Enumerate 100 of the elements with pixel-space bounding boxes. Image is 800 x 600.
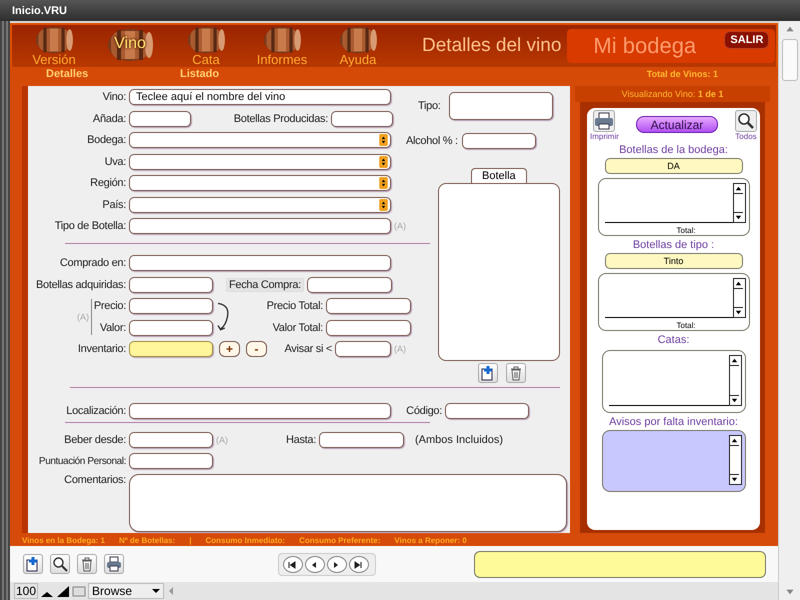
total-label: Total:: [676, 321, 696, 330]
input-field[interactable]: [129, 298, 213, 314]
status-item: Nº de Botellas:: [118, 535, 176, 546]
input-field[interactable]: [331, 110, 393, 126]
input-field[interactable]: [129, 403, 391, 419]
down-arrow-icon[interactable]: [734, 212, 742, 222]
input-field[interactable]: [326, 320, 411, 336]
dropdown-field[interactable]: [129, 154, 391, 170]
input-field[interactable]: [129, 218, 391, 234]
list-box[interactable]: [602, 350, 746, 413]
input-field[interactable]: [129, 255, 391, 271]
scrollbar[interactable]: [728, 435, 742, 485]
message-field[interactable]: [474, 550, 766, 578]
print-button[interactable]: Imprimir: [590, 110, 619, 141]
dropdown-field[interactable]: [129, 196, 391, 212]
list-title: Avisos por falta inventario:: [609, 416, 738, 428]
app-title: Mi bodega: [593, 33, 696, 59]
up-arrow-icon[interactable]: [734, 279, 742, 289]
field-label: Puntuación Personal:: [38, 456, 126, 466]
decrement-button[interactable]: -: [246, 341, 267, 357]
new-record-button[interactable]: [23, 554, 43, 574]
input-field[interactable]: [129, 432, 213, 448]
field-label: Alcohol % :: [406, 135, 458, 147]
next-record-button[interactable]: [327, 556, 347, 572]
down-arrow-icon[interactable]: [734, 307, 742, 317]
up-arrow-icon[interactable]: [734, 184, 742, 194]
show-all-button[interactable]: Todos: [734, 110, 757, 141]
first-record-button[interactable]: [283, 556, 303, 572]
exit-button[interactable]: SALIR: [724, 31, 770, 49]
field-label: Bodega:: [86, 134, 126, 146]
delete-photo-button[interactable]: [506, 363, 526, 383]
field-label: Hasta:: [285, 434, 316, 446]
list-box[interactable]: Total:: [598, 273, 750, 331]
photo-container[interactable]: [438, 183, 560, 361]
first-icon: [287, 560, 297, 570]
spinner-icon[interactable]: [379, 198, 388, 210]
field-label: Comprado en:: [58, 257, 126, 269]
input-field[interactable]: [129, 453, 213, 469]
refresh-button[interactable]: Actualizar: [636, 116, 718, 133]
input-field[interactable]: Teclee aquí el nombre del vino: [129, 89, 391, 105]
add-photo-button[interactable]: [478, 363, 498, 383]
spinner-icon[interactable]: [379, 177, 388, 189]
field-label: Tipo de Botella:: [54, 220, 126, 232]
filter-field[interactable]: Tinto: [604, 253, 742, 269]
input-field[interactable]: [129, 341, 213, 357]
list-box[interactable]: Total:: [598, 178, 750, 236]
input-field[interactable]: [306, 276, 392, 292]
field-label: Botellas Producidas:: [232, 112, 328, 124]
down-arrow-icon[interactable]: [730, 474, 738, 484]
photo-tab[interactable]: Botella: [471, 168, 527, 183]
input-field[interactable]: [319, 432, 404, 448]
spinner-icon[interactable]: [379, 156, 388, 168]
dropdown-field[interactable]: [129, 175, 391, 191]
status-item: Consumo Inmediato:: [206, 535, 286, 546]
field-label: Inventario:: [76, 343, 126, 355]
print-button[interactable]: [104, 554, 124, 574]
printer-icon: [106, 556, 122, 572]
previous-record-button[interactable]: [305, 556, 325, 572]
input-field[interactable]: [445, 403, 529, 419]
field-label: Comentarios:: [63, 474, 126, 486]
field-hint: (A): [216, 434, 228, 444]
scrollbar[interactable]: [732, 278, 746, 318]
total-count: Total de Vinos: 1: [646, 69, 718, 79]
scrollbar[interactable]: [732, 183, 746, 223]
status-item: Consumo Preferente:: [299, 535, 380, 546]
up-arrow-icon[interactable]: [730, 356, 738, 366]
up-arrow-icon[interactable]: [730, 436, 738, 446]
list-title: Catas:: [658, 334, 690, 346]
mode-dropdown[interactable]: Browse: [88, 583, 164, 599]
input-field[interactable]: [462, 133, 536, 149]
increment-button[interactable]: +: [219, 341, 240, 357]
list-title: Botellas de la bodega:: [619, 144, 728, 156]
input-field[interactable]: [326, 298, 411, 314]
field-label: Precio Total:: [266, 300, 323, 312]
input-field[interactable]: [129, 276, 213, 292]
search-icon: [52, 556, 68, 572]
list-title: Botellas de tipo :: [632, 239, 714, 251]
window-title: Inicio.VRU: [12, 4, 68, 16]
filter-field[interactable]: DA: [604, 158, 742, 174]
field-label: Región:: [89, 177, 126, 189]
input-field[interactable]: [129, 320, 213, 336]
field-label: Vino:: [102, 91, 126, 103]
input-field[interactable]: [448, 92, 553, 120]
input-field[interactable]: [335, 341, 391, 357]
delete-record-button[interactable]: [77, 554, 97, 574]
spinner-icon[interactable]: [379, 134, 388, 146]
field-hint: (Ambos Incluidos): [415, 434, 504, 446]
field-label: País:: [101, 198, 126, 210]
dropdown-field[interactable]: [129, 132, 391, 148]
comments-field[interactable]: [129, 474, 567, 532]
find-button[interactable]: [50, 554, 70, 574]
zoom-in-icon[interactable]: [56, 584, 70, 598]
input-field[interactable]: [129, 110, 191, 126]
scrollbar[interactable]: [728, 355, 742, 406]
last-record-button[interactable]: [349, 556, 369, 572]
field-label: Precio:: [92, 300, 126, 312]
zoom-level[interactable]: 100: [14, 583, 38, 599]
caret-icon: [152, 588, 160, 594]
trash-icon: [79, 556, 95, 572]
down-arrow-icon[interactable]: [730, 395, 738, 405]
